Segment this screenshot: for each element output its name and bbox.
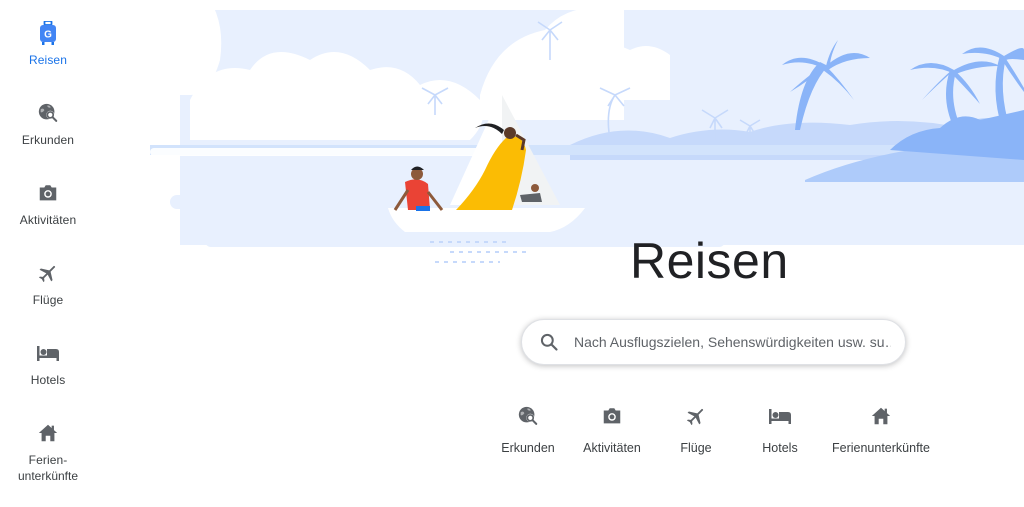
bed-icon xyxy=(35,340,61,366)
explore-globe-icon xyxy=(516,404,540,428)
sidebar-item-fluege[interactable]: Flüge xyxy=(0,260,96,308)
quick-link-fluege[interactable]: Flüge xyxy=(672,404,720,455)
plane-icon xyxy=(684,404,708,428)
sidebar-item-erkunden[interactable]: Erkunden xyxy=(0,100,96,148)
plane-icon xyxy=(35,260,61,286)
sidebar-nav: G Reisen Erkunden Aktivitäten Flüge Hote… xyxy=(0,0,96,507)
sidebar-item-label: Reisen xyxy=(29,53,67,67)
travel-bag-icon: G xyxy=(35,20,61,46)
quick-link-label: Flüge xyxy=(680,441,712,455)
search-input[interactable] xyxy=(574,334,891,350)
quick-links: Erkunden Aktivitäten Flüge Hotels Ferien… xyxy=(0,404,1024,464)
page-title: Reisen xyxy=(630,233,789,289)
sidebar-item-label: Erkunden xyxy=(21,133,75,147)
quick-link-hotels[interactable]: Hotels xyxy=(756,404,804,455)
hero-illustration xyxy=(150,0,1024,270)
house-icon xyxy=(35,420,61,446)
sidebar-item-hotels[interactable]: Hotels xyxy=(0,340,96,388)
sidebar-item-label-line2: unterkünfte xyxy=(17,469,79,483)
quick-link-label: Erkunden xyxy=(501,441,555,455)
quick-link-aktivitaeten[interactable]: Aktivitäten xyxy=(576,404,648,455)
search-icon xyxy=(538,331,560,353)
camera-icon xyxy=(35,180,61,206)
quick-link-label: Aktivitäten xyxy=(583,441,641,455)
svg-text:G: G xyxy=(44,30,52,41)
sidebar-item-reisen[interactable]: G Reisen xyxy=(0,20,96,68)
quick-link-ferienunterkuenfte[interactable]: Ferienunterkünfte xyxy=(826,404,936,455)
camera-icon xyxy=(600,404,624,428)
sidebar-item-ferienunterkuenfte[interactable]: Ferien- unterkünfte xyxy=(0,420,96,484)
search-bar[interactable] xyxy=(521,319,906,365)
explore-globe-icon xyxy=(35,100,61,126)
sidebar-item-label: Aktivitäten xyxy=(19,213,77,227)
sidebar-item-aktivitaeten[interactable]: Aktivitäten xyxy=(0,180,96,228)
sidebar-item-label: Hotels xyxy=(30,373,66,387)
bed-icon xyxy=(768,404,792,428)
sidebar-item-label: Ferien- xyxy=(28,453,68,467)
quick-link-erkunden[interactable]: Erkunden xyxy=(498,404,558,455)
house-icon xyxy=(869,404,893,428)
quick-link-label: Hotels xyxy=(762,441,798,455)
quick-link-label: Ferienunterkünfte xyxy=(832,441,930,455)
sidebar-item-label: Flüge xyxy=(32,293,64,307)
